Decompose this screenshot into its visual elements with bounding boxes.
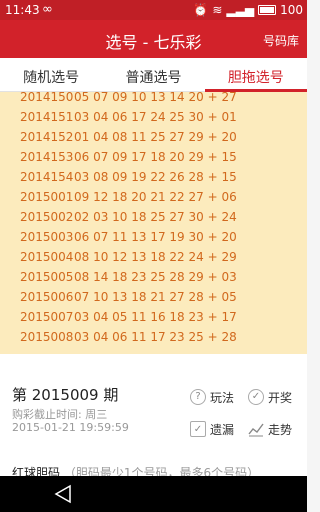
signal-icon: ▂▃▅	[226, 3, 255, 17]
issue-number: 2015003	[20, 230, 74, 244]
tab-normal[interactable]: 普通选号	[102, 58, 204, 91]
trend-label: 走势	[268, 422, 293, 437]
history-row: 201500109 12 18 20 21 22 27 + 06	[20, 190, 237, 206]
draw-results-button[interactable]: ✓ 开奖	[248, 386, 292, 408]
period-number: 第 2015009 期	[12, 386, 119, 404]
draw-numbers: 06 07 09 17 18 20 29 + 15	[74, 150, 237, 164]
back-icon[interactable]	[54, 484, 72, 508]
status-bar: 11:43 ∞ ⏰ ≋ ▂▃▅ 100	[0, 0, 307, 20]
draw-numbers: 03 04 05 11 16 18 23 + 17	[74, 310, 237, 324]
omission-label: 遗漏	[210, 422, 235, 437]
issue-number: 2015006	[20, 290, 74, 304]
issue-number: 2014153	[20, 150, 74, 164]
play-rules-label: 玩法	[210, 390, 235, 405]
draw-numbers: 05 07 09 10 13 14 20 + 27	[74, 92, 237, 104]
alarm-icon: ⏰	[193, 3, 209, 17]
tab-random[interactable]: 随机选号	[0, 58, 102, 91]
history-row: 201500508 14 18 23 25 28 29 + 03	[20, 270, 237, 286]
draw-numbers: 08 14 18 23 25 28 29 + 03	[74, 270, 237, 284]
wifi-icon: ≋	[212, 3, 223, 17]
play-rules-button[interactable]: ? 玩法	[190, 386, 234, 408]
issue-number: 2015001	[20, 190, 74, 204]
period-panel: 第 2015009 期 购彩截止时间: 周三 2015-01-21 19:59:…	[0, 354, 307, 480]
trend-chart-icon	[248, 421, 264, 437]
page-title: 选号 - 七乐彩	[105, 33, 202, 52]
draw-numbers: 07 10 13 18 21 27 28 + 05	[74, 290, 237, 304]
issue-number: 2015008	[20, 330, 74, 344]
checkbox-icon: ✓	[190, 421, 206, 437]
history-row: 201415403 08 09 19 22 26 28 + 15	[20, 170, 237, 186]
draw-numbers: 09 12 18 20 21 22 27 + 06	[74, 190, 237, 204]
draw-numbers: 08 10 12 13 18 22 24 + 29	[74, 250, 237, 264]
tab-dantuo[interactable]: 胆拖选号	[204, 58, 308, 92]
history-row: 201415005 07 09 10 13 14 20 + 27	[20, 92, 237, 106]
draw-results-label: 开奖	[268, 390, 293, 405]
draw-numbers: 03 04 06 11 17 23 25 + 28	[74, 330, 237, 344]
omission-button[interactable]: ✓ 遗漏	[190, 418, 234, 440]
issue-number: 2015007	[20, 310, 74, 324]
question-icon: ?	[190, 389, 206, 405]
history-row: 201500306 07 11 13 17 19 30 + 20	[20, 230, 237, 246]
number-library-button[interactable]: 号码库	[263, 32, 299, 49]
history-row: 201415201 04 08 11 25 27 29 + 20	[20, 130, 237, 146]
history-row: 201415306 07 09 17 18 20 29 + 15	[20, 150, 237, 166]
history-row: 201500408 10 12 13 18 22 24 + 29	[20, 250, 237, 266]
purchase-deadline: 购彩截止时间: 周三	[12, 408, 108, 421]
draw-numbers: 02 03 10 18 25 27 30 + 24	[74, 210, 237, 224]
draw-numbers: 03 08 09 19 22 26 28 + 15	[74, 170, 237, 184]
draw-numbers: 03 04 06 17 24 25 30 + 01	[74, 110, 237, 124]
history-row: 201500703 04 05 11 16 18 23 + 17	[20, 310, 237, 326]
trend-button[interactable]: 走势	[248, 418, 292, 440]
history-row: 201500607 10 13 18 21 27 28 + 05	[20, 290, 237, 306]
draw-numbers: 01 04 08 11 25 27 29 + 20	[74, 130, 237, 144]
status-icons: ⏰ ≋ ▂▃▅ 100	[193, 3, 303, 17]
issue-number: 2015002	[20, 210, 74, 224]
issue-number: 2015004	[20, 250, 74, 264]
draw-history[interactable]: 201415005 07 09 10 13 14 20 + 27 2014151…	[0, 92, 307, 354]
issue-number: 2014154	[20, 170, 74, 184]
draw-time: 2015-01-21 19:59:59	[12, 421, 129, 434]
issue-number: 2014150	[20, 92, 74, 104]
issue-number: 2015005	[20, 270, 74, 284]
battery-level: 100	[280, 3, 303, 17]
draw-numbers: 06 07 11 13 17 19 30 + 20	[74, 230, 237, 244]
infinity-icon: ∞	[42, 2, 53, 17]
issue-number: 2014151	[20, 110, 74, 124]
status-time: 11:43	[5, 3, 40, 17]
chevron-down-icon: ✓	[248, 389, 264, 405]
system-nav-bar	[0, 476, 307, 512]
app-header: 选号 - 七乐彩 号码库	[0, 20, 307, 58]
history-row: 201500202 03 10 18 25 27 30 + 24	[20, 210, 237, 226]
battery-icon	[258, 5, 277, 15]
issue-number: 2014152	[20, 130, 74, 144]
history-row: 201415103 04 06 17 24 25 30 + 01	[20, 110, 237, 126]
tab-bar: 随机选号 普通选号 胆拖选号	[0, 58, 308, 92]
history-row: 201500803 04 06 11 17 23 25 + 28	[20, 330, 237, 346]
